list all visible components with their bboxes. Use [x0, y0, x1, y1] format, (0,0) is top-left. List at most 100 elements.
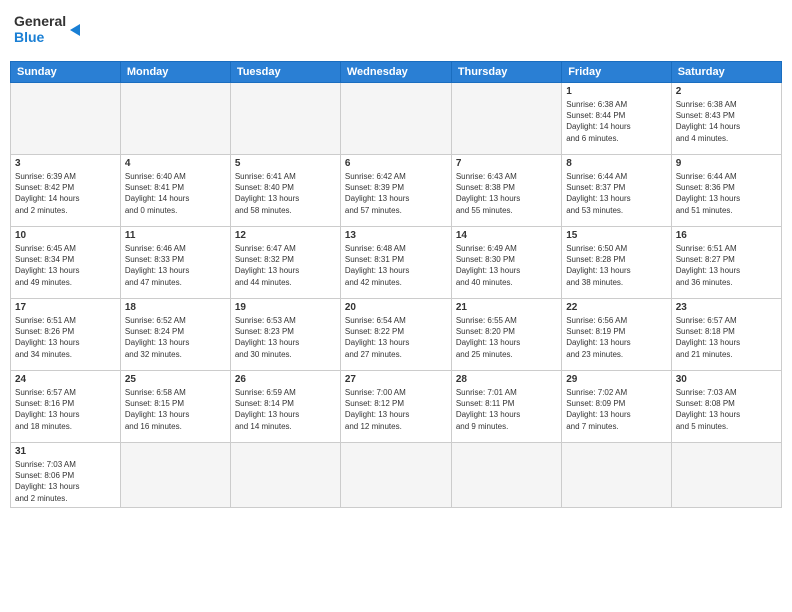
- weekday-header-row: SundayMondayTuesdayWednesdayThursdayFrid…: [11, 62, 782, 83]
- logo: General Blue: [14, 10, 84, 55]
- calendar-cell: 29 Sunrise: 7:02 AM Sunset: 8:09 PM Dayli…: [562, 371, 672, 443]
- day-number: 13: [345, 230, 447, 241]
- svg-text:General: General: [14, 13, 66, 29]
- day-number: 29: [566, 374, 667, 385]
- calendar-cell: [451, 83, 561, 155]
- calendar-cell: 21 Sunrise: 6:55 AM Sunset: 8:20 PM Dayli…: [451, 299, 561, 371]
- calendar-week-row: 24 Sunrise: 6:57 AM Sunset: 8:16 PM Dayli…: [11, 371, 782, 443]
- calendar-cell: 31Sunrise: 7:03 AM Sunset: 8:06 PM Dayli…: [11, 443, 121, 508]
- day-info: Sunrise: 6:51 AM Sunset: 8:26 PM Dayligh…: [15, 315, 116, 360]
- calendar-cell: 26 Sunrise: 6:59 AM Sunset: 8:14 PM Dayli…: [230, 371, 340, 443]
- day-number: 2: [676, 86, 777, 97]
- calendar-cell: 30 Sunrise: 7:03 AM Sunset: 8:08 PM Dayli…: [671, 371, 781, 443]
- calendar-cell: [451, 443, 561, 508]
- day-number: 9: [676, 158, 777, 169]
- day-info: Sunrise: 6:47 AM Sunset: 8:32 PM Dayligh…: [235, 243, 336, 288]
- calendar-cell: [562, 443, 672, 508]
- calendar-week-row: 10Sunrise: 6:45 AM Sunset: 8:34 PM Dayli…: [11, 227, 782, 299]
- day-number: 12: [235, 230, 336, 241]
- day-number: 17: [15, 302, 116, 313]
- weekday-header-thursday: Thursday: [451, 62, 561, 83]
- page-header: General Blue: [10, 10, 782, 55]
- calendar-cell: [340, 443, 451, 508]
- calendar-cell: 22 Sunrise: 6:56 AM Sunset: 8:19 PM Dayli…: [562, 299, 672, 371]
- day-number: 5: [235, 158, 336, 169]
- calendar-week-row: 1 Sunrise: 6:38 AM Sunset: 8:44 PM Daylig…: [11, 83, 782, 155]
- day-info: Sunrise: 7:02 AM Sunset: 8:09 PM Dayligh…: [566, 387, 667, 432]
- day-info: Sunrise: 6:39 AM Sunset: 8:42 PM Dayligh…: [15, 171, 116, 216]
- calendar-cell: 15 Sunrise: 6:50 AM Sunset: 8:28 PM Dayli…: [562, 227, 672, 299]
- calendar-cell: 19 Sunrise: 6:53 AM Sunset: 8:23 PM Dayli…: [230, 299, 340, 371]
- calendar-cell: [671, 443, 781, 508]
- day-info: Sunrise: 6:50 AM Sunset: 8:28 PM Dayligh…: [566, 243, 667, 288]
- calendar-cell: [11, 83, 121, 155]
- day-number: 28: [456, 374, 557, 385]
- calendar-cell: 2 Sunrise: 6:38 AM Sunset: 8:43 PM Daylig…: [671, 83, 781, 155]
- day-info: Sunrise: 6:41 AM Sunset: 8:40 PM Dayligh…: [235, 171, 336, 216]
- day-number: 23: [676, 302, 777, 313]
- calendar-cell: 8Sunrise: 6:44 AM Sunset: 8:37 PM Daylig…: [562, 155, 672, 227]
- calendar-cell: 5 Sunrise: 6:41 AM Sunset: 8:40 PM Daylig…: [230, 155, 340, 227]
- weekday-header-wednesday: Wednesday: [340, 62, 451, 83]
- calendar-cell: [340, 83, 451, 155]
- day-info: Sunrise: 6:57 AM Sunset: 8:16 PM Dayligh…: [15, 387, 116, 432]
- day-number: 20: [345, 302, 447, 313]
- day-info: Sunrise: 6:56 AM Sunset: 8:19 PM Dayligh…: [566, 315, 667, 360]
- calendar-cell: [230, 443, 340, 508]
- calendar-cell: 12 Sunrise: 6:47 AM Sunset: 8:32 PM Dayli…: [230, 227, 340, 299]
- calendar-cell: 10Sunrise: 6:45 AM Sunset: 8:34 PM Dayli…: [11, 227, 121, 299]
- day-info: Sunrise: 6:48 AM Sunset: 8:31 PM Dayligh…: [345, 243, 447, 288]
- day-info: Sunrise: 6:51 AM Sunset: 8:27 PM Dayligh…: [676, 243, 777, 288]
- day-info: Sunrise: 7:00 AM Sunset: 8:12 PM Dayligh…: [345, 387, 447, 432]
- day-info: Sunrise: 7:01 AM Sunset: 8:11 PM Dayligh…: [456, 387, 557, 432]
- weekday-header-saturday: Saturday: [671, 62, 781, 83]
- day-number: 19: [235, 302, 336, 313]
- calendar-cell: [120, 443, 230, 508]
- day-info: Sunrise: 6:43 AM Sunset: 8:38 PM Dayligh…: [456, 171, 557, 216]
- day-number: 7: [456, 158, 557, 169]
- calendar-cell: 9Sunrise: 6:44 AM Sunset: 8:36 PM Daylig…: [671, 155, 781, 227]
- day-number: 22: [566, 302, 667, 313]
- day-info: Sunrise: 6:58 AM Sunset: 8:15 PM Dayligh…: [125, 387, 226, 432]
- calendar-cell: 14 Sunrise: 6:49 AM Sunset: 8:30 PM Dayli…: [451, 227, 561, 299]
- calendar-cell: 4Sunrise: 6:40 AM Sunset: 8:41 PM Daylig…: [120, 155, 230, 227]
- day-info: Sunrise: 6:38 AM Sunset: 8:44 PM Dayligh…: [566, 99, 667, 144]
- day-number: 3: [15, 158, 116, 169]
- weekday-header-monday: Monday: [120, 62, 230, 83]
- day-number: 4: [125, 158, 226, 169]
- day-number: 15: [566, 230, 667, 241]
- day-number: 26: [235, 374, 336, 385]
- day-number: 30: [676, 374, 777, 385]
- day-number: 1: [566, 86, 667, 97]
- svg-text:Blue: Blue: [14, 29, 45, 45]
- logo-svg: General Blue: [14, 10, 84, 55]
- calendar: SundayMondayTuesdayWednesdayThursdayFrid…: [10, 61, 782, 508]
- day-info: Sunrise: 6:53 AM Sunset: 8:23 PM Dayligh…: [235, 315, 336, 360]
- calendar-cell: 18Sunrise: 6:52 AM Sunset: 8:24 PM Dayli…: [120, 299, 230, 371]
- weekday-header-sunday: Sunday: [11, 62, 121, 83]
- calendar-week-row: 31Sunrise: 7:03 AM Sunset: 8:06 PM Dayli…: [11, 443, 782, 508]
- day-info: Sunrise: 6:46 AM Sunset: 8:33 PM Dayligh…: [125, 243, 226, 288]
- day-info: Sunrise: 6:49 AM Sunset: 8:30 PM Dayligh…: [456, 243, 557, 288]
- calendar-cell: 23Sunrise: 6:57 AM Sunset: 8:18 PM Dayli…: [671, 299, 781, 371]
- day-info: Sunrise: 6:38 AM Sunset: 8:43 PM Dayligh…: [676, 99, 777, 144]
- day-number: 10: [15, 230, 116, 241]
- day-number: 18: [125, 302, 226, 313]
- day-number: 21: [456, 302, 557, 313]
- day-number: 27: [345, 374, 447, 385]
- calendar-cell: 7 Sunrise: 6:43 AM Sunset: 8:38 PM Daylig…: [451, 155, 561, 227]
- day-info: Sunrise: 6:59 AM Sunset: 8:14 PM Dayligh…: [235, 387, 336, 432]
- calendar-cell: [120, 83, 230, 155]
- day-info: Sunrise: 7:03 AM Sunset: 8:08 PM Dayligh…: [676, 387, 777, 432]
- day-number: 6: [345, 158, 447, 169]
- calendar-cell: 13 Sunrise: 6:48 AM Sunset: 8:31 PM Dayli…: [340, 227, 451, 299]
- day-number: 14: [456, 230, 557, 241]
- calendar-cell: 1 Sunrise: 6:38 AM Sunset: 8:44 PM Daylig…: [562, 83, 672, 155]
- day-info: Sunrise: 6:42 AM Sunset: 8:39 PM Dayligh…: [345, 171, 447, 216]
- day-number: 25: [125, 374, 226, 385]
- day-number: 24: [15, 374, 116, 385]
- day-info: Sunrise: 6:44 AM Sunset: 8:37 PM Dayligh…: [566, 171, 667, 216]
- calendar-cell: 20Sunrise: 6:54 AM Sunset: 8:22 PM Dayli…: [340, 299, 451, 371]
- day-number: 16: [676, 230, 777, 241]
- day-info: Sunrise: 6:55 AM Sunset: 8:20 PM Dayligh…: [456, 315, 557, 360]
